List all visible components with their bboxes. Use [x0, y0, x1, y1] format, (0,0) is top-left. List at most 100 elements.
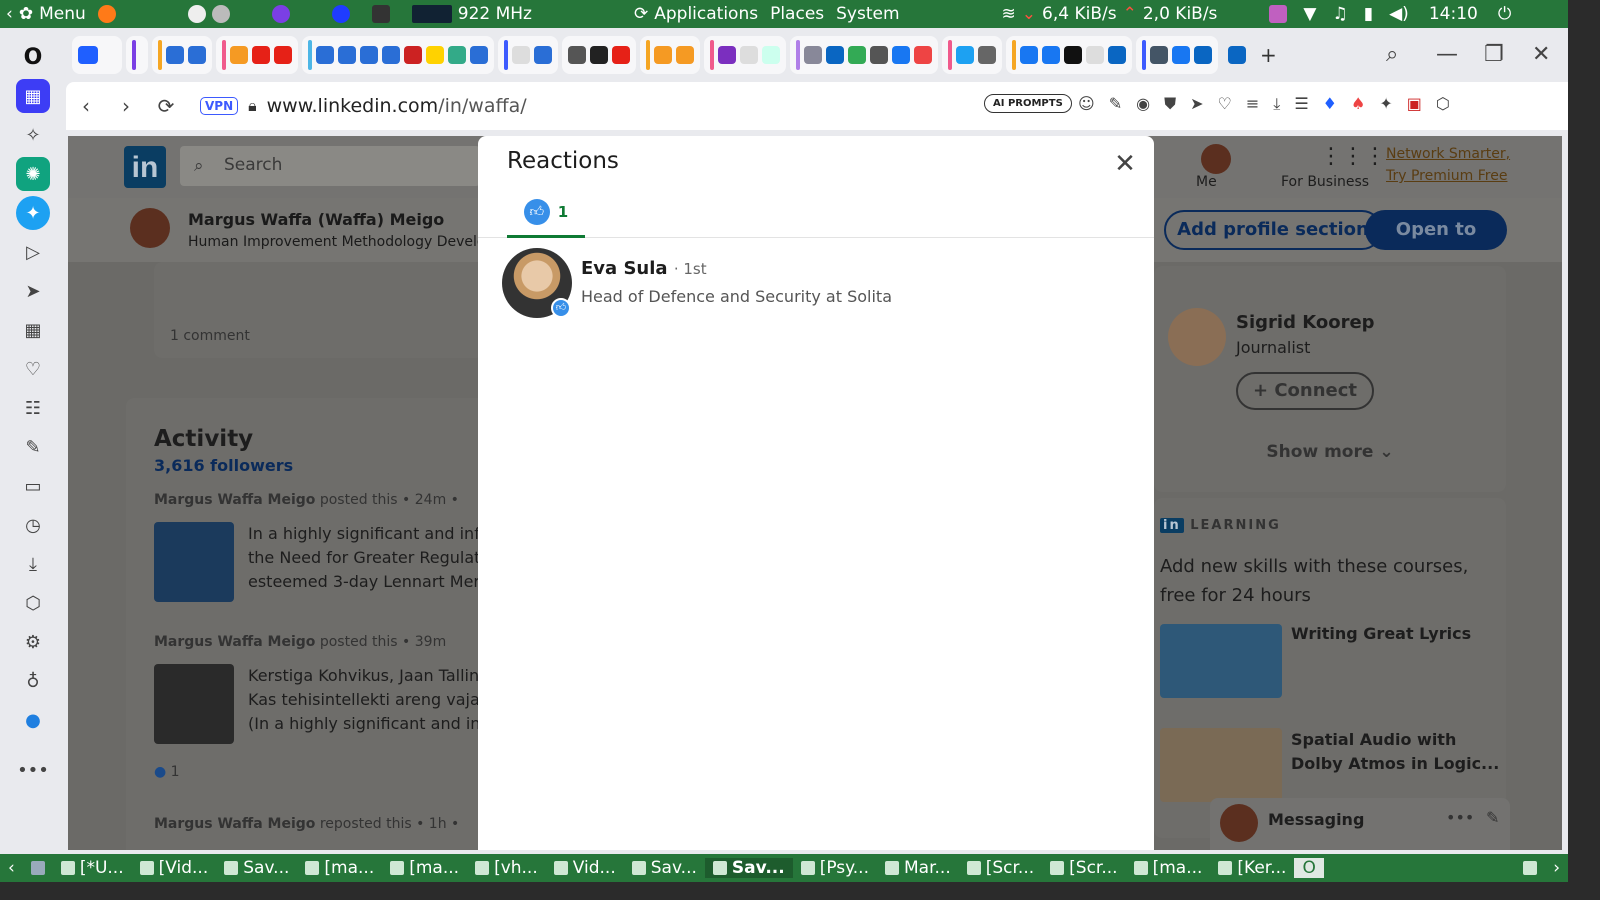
twitter-icon[interactable]: ✦: [16, 196, 50, 230]
tab-favicon[interactable]: [870, 46, 888, 64]
tab-favicon[interactable]: [718, 46, 736, 64]
lock-icon[interactable]: 🔒︎: [248, 96, 257, 116]
tab-favicon[interactable]: [166, 46, 184, 64]
reactor-row[interactable]: 👍︎ Eva Sula · 1st Head of Defence and Se…: [502, 248, 1122, 320]
tab-favicon[interactable]: [188, 46, 206, 64]
show-desktop-icon[interactable]: [23, 861, 53, 875]
tab-favicon[interactable]: [1064, 46, 1082, 64]
taskbar-item[interactable]: [ma...: [382, 858, 467, 878]
taskbar-item[interactable]: Mar...: [877, 858, 959, 878]
taskbar-item[interactable]: [Scr...: [959, 858, 1042, 878]
tab-favicon[interactable]: [826, 46, 844, 64]
more-icon[interactable]: •••: [16, 753, 50, 787]
search-input[interactable]: ⌕ Search: [180, 146, 480, 186]
tab-favicon[interactable]: [252, 46, 270, 64]
workspace-icon[interactable]: ▦: [16, 79, 50, 113]
accessibility-icon[interactable]: [187, 5, 206, 23]
course-thumbnail[interactable]: [1160, 624, 1282, 698]
extension-icon[interactable]: ⬡: [1436, 94, 1450, 114]
extension-icon[interactable]: ♦: [1323, 94, 1337, 114]
course-thumbnail[interactable]: [1160, 728, 1282, 802]
shield-icon[interactable]: ⛊: [1164, 94, 1176, 114]
send-icon[interactable]: ➤: [16, 274, 50, 308]
taskbar-item[interactable]: [*U...: [53, 858, 132, 878]
tab-favicon[interactable]: [1150, 46, 1168, 64]
avatar[interactable]: [130, 208, 170, 248]
taskbar-item[interactable]: [Scr...: [1042, 858, 1125, 878]
me-avatar[interactable]: [1201, 144, 1231, 174]
notification-icon[interactable]: ♫: [1333, 4, 1348, 24]
tab-favicon[interactable]: [568, 46, 586, 64]
news-icon[interactable]: ☷: [16, 391, 50, 425]
restore-icon[interactable]: ❐: [1484, 42, 1504, 67]
close-icon[interactable]: ✕: [1112, 151, 1138, 178]
cube-icon[interactable]: ⬡: [16, 586, 50, 620]
tab-favicon[interactable]: [740, 46, 758, 64]
tab-favicon[interactable]: [654, 46, 672, 64]
taskbar-item[interactable]: [vh...: [467, 858, 546, 878]
post-thumbnail[interactable]: [154, 522, 234, 602]
extension-icon[interactable]: ✦: [1379, 94, 1392, 114]
course-title[interactable]: Writing Great Lyrics: [1291, 624, 1471, 643]
opera-icon[interactable]: [331, 5, 350, 23]
chatgpt-icon[interactable]: ✺: [16, 157, 50, 191]
extension-icon[interactable]: ▣: [1407, 94, 1422, 114]
tab-favicon[interactable]: [404, 46, 422, 64]
grid-icon[interactable]: ⋮⋮⋮: [1320, 144, 1386, 169]
tab-favicon[interactable]: [1042, 46, 1060, 64]
emoji-icon[interactable]: ☺: [1078, 94, 1095, 114]
for-business-menu[interactable]: For Business: [1281, 174, 1369, 190]
premium-link-2[interactable]: Try Premium Free: [1386, 168, 1507, 184]
tab-favicon[interactable]: [534, 46, 552, 64]
chat-icon[interactable]: ●: [16, 703, 50, 737]
tab-favicon[interactable]: [762, 46, 780, 64]
ai-prompts-button[interactable]: AI PROMPTS: [984, 94, 1072, 113]
lightbulb-icon[interactable]: ♁: [16, 664, 50, 698]
course-title[interactable]: Spatial Audio with Dolby Atmos in Logic.…: [1291, 728, 1499, 776]
add-profile-section-button[interactable]: Add profile section: [1164, 210, 1382, 250]
tab-favicon[interactable]: [978, 46, 996, 64]
taskbar-item[interactable]: Sav...: [704, 858, 793, 878]
trash-icon[interactable]: [1515, 861, 1545, 875]
firefox-icon[interactable]: [97, 5, 116, 23]
linkedin-logo-icon[interactable]: in: [124, 146, 166, 188]
list-icon[interactable]: ≡: [1246, 94, 1259, 114]
tab-favicon[interactable]: [590, 46, 608, 64]
tab-favicon[interactable]: [316, 46, 334, 64]
tab-favicon[interactable]: [382, 46, 400, 64]
battery-icon[interactable]: ▮: [1364, 4, 1373, 24]
tab-favicon[interactable]: [914, 46, 932, 64]
power-icon[interactable]: ⏻: [1498, 4, 1511, 24]
places-menu[interactable]: Places: [764, 4, 830, 24]
tab-favicon[interactable]: [470, 46, 488, 64]
open-to-button[interactable]: Open to: [1365, 210, 1507, 250]
taskbar-scroll-left[interactable]: ‹: [0, 858, 23, 878]
reactor-name[interactable]: Eva Sula · 1st: [581, 258, 707, 279]
volume-icon[interactable]: ◀): [1389, 4, 1409, 24]
taskbar-item[interactable]: Sav...: [216, 858, 297, 878]
tab-favicon[interactable]: [612, 46, 630, 64]
avatar[interactable]: [1168, 308, 1226, 366]
wifi-icon[interactable]: ≋: [1002, 4, 1016, 24]
taskbar-item[interactable]: [ma...: [1126, 858, 1211, 878]
forward-icon[interactable]: ›: [106, 94, 146, 118]
minimize-icon[interactable]: —: [1436, 42, 1458, 67]
tab-favicon[interactable]: [512, 46, 530, 64]
send-icon[interactable]: ➤: [1190, 94, 1203, 114]
taskbar-item[interactable]: [Vid...: [132, 858, 217, 878]
history-icon[interactable]: ◷: [16, 508, 50, 542]
menu-button[interactable]: ‹ ✿ Menu: [0, 4, 92, 24]
linkedin-tab-active-favicon[interactable]: [1194, 46, 1212, 64]
system-menu[interactable]: System: [830, 4, 905, 24]
extension-icon[interactable]: ♠: [1351, 94, 1365, 114]
tab-favicon[interactable]: [1172, 46, 1190, 64]
tab-favicon[interactable]: [892, 46, 910, 64]
tab-favicon[interactable]: [230, 46, 248, 64]
tab-favicon[interactable]: [274, 46, 292, 64]
applications-menu[interactable]: ⟳ Applications: [628, 4, 764, 24]
media-icon[interactable]: [1269, 5, 1288, 23]
more-icon[interactable]: •••: [1446, 808, 1474, 827]
new-tab-icon[interactable]: +: [1260, 43, 1277, 67]
premium-link-1[interactable]: Network Smarter,: [1386, 146, 1510, 162]
followers-count[interactable]: 3,616 followers: [154, 456, 293, 475]
